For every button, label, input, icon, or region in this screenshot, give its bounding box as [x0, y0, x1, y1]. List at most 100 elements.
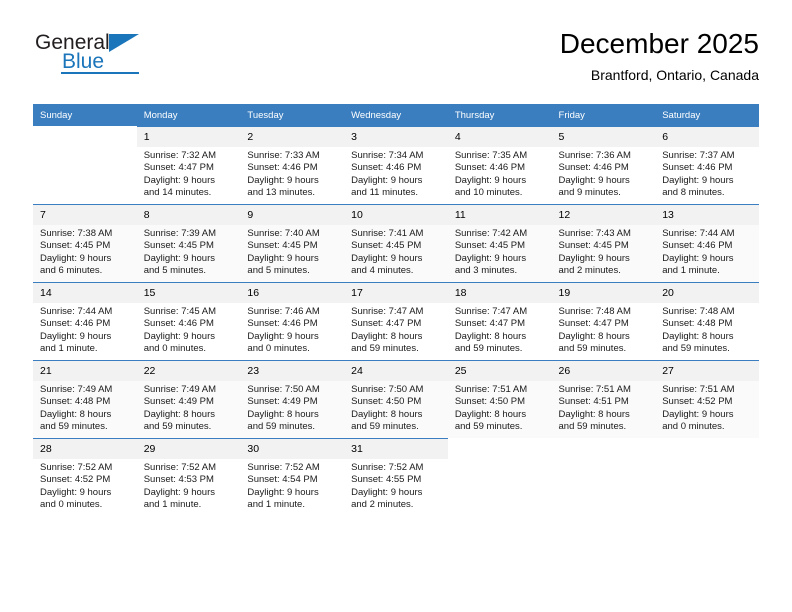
calendar-day-cell[interactable]: 25 Sunrise: 7:51 AM Sunset: 4:50 PM Dayligh…: [447, 360, 552, 438]
sunset-time: Sunset: 4:45 PM: [247, 240, 318, 252]
title-block: December 2025 Brantford, Ontario, Canada: [560, 27, 759, 85]
sunrise-time: Sunrise: 7:46 AM: [247, 306, 320, 317]
sunset-time: Sunset: 4:46 PM: [662, 240, 733, 252]
day-number: [33, 126, 137, 146]
daylight-duration-line1: Daylight: 9 hours: [143, 486, 215, 498]
day-details: Sunrise: 7:49 AM Sunset: 4:48 PM Daylight:…: [33, 381, 137, 434]
sunset-time: Sunset: 4:46 PM: [40, 318, 111, 330]
month-calendar: Sunday Monday Tuesday Wednesday Thursday…: [33, 104, 759, 516]
calendar-day-cell[interactable]: 18 Sunrise: 7:47 AM Sunset: 4:47 PM Dayligh…: [447, 282, 552, 360]
day-number: 1: [136, 127, 241, 147]
calendar-day-cell[interactable]: 2 Sunrise: 7:33 AM Sunset: 4:46 PM Daylight…: [240, 126, 345, 204]
calendar-day-cell[interactable]: 17 Sunrise: 7:47 AM Sunset: 4:47 PM Dayligh…: [344, 282, 448, 360]
day-cell-inner: 5 Sunrise: 7:36 AM Sunset: 4:46 PM Daylight…: [551, 126, 656, 204]
calendar-day-cell[interactable]: 22 Sunrise: 7:49 AM Sunset: 4:49 PM Dayligh…: [136, 360, 241, 438]
sunrise-time: Sunrise: 7:44 AM: [662, 228, 735, 239]
calendar-day-cell[interactable]: 3 Sunrise: 7:34 AM Sunset: 4:46 PM Daylight…: [344, 126, 448, 204]
sunset-time: Sunset: 4:52 PM: [662, 396, 733, 408]
calendar-day-cell[interactable]: 20 Sunrise: 7:48 AM Sunset: 4:48 PM Dayligh…: [655, 282, 759, 360]
day-cell-inner: 24 Sunrise: 7:50 AM Sunset: 4:50 PM Dayligh…: [344, 360, 448, 438]
day-number: 10: [344, 205, 448, 225]
day-cell-inner: 12 Sunrise: 7:43 AM Sunset: 4:45 PM Dayligh…: [551, 204, 656, 282]
day-details: Sunrise: 7:38 AM Sunset: 4:45 PM Daylight:…: [33, 225, 137, 278]
daylight-duration-line2: and 1 minute.: [40, 343, 98, 355]
day-number: 3: [344, 127, 448, 147]
calendar-day-cell[interactable]: 6 Sunrise: 7:37 AM Sunset: 4:46 PM Daylight…: [655, 126, 759, 204]
daylight-duration-line1: Daylight: 9 hours: [454, 252, 527, 264]
calendar-day-cell[interactable]: 27 Sunrise: 7:51 AM Sunset: 4:52 PM Dayligh…: [655, 360, 759, 438]
calendar-day-cell[interactable]: 23 Sunrise: 7:50 AM Sunset: 4:49 PM Dayligh…: [240, 360, 345, 438]
sunset-time: Sunset: 4:45 PM: [40, 240, 111, 252]
daylight-duration-line1: Daylight: 9 hours: [247, 252, 319, 264]
daylight-duration-line2: and 4 minutes.: [351, 265, 414, 277]
daylight-duration-line1: Daylight: 9 hours: [558, 174, 630, 186]
calendar-day-cell[interactable]: 9 Sunrise: 7:40 AM Sunset: 4:45 PM Daylight…: [240, 204, 345, 282]
day-details: Sunrise: 7:46 AM Sunset: 4:46 PM Daylight:…: [240, 303, 344, 356]
day-number: 8: [136, 205, 241, 225]
calendar-day-cell[interactable]: 30 Sunrise: 7:52 AM Sunset: 4:54 PM Dayligh…: [240, 438, 345, 516]
daylight-duration-line1: Daylight: 9 hours: [662, 252, 734, 264]
day-details: Sunrise: 7:32 AM Sunset: 4:47 PM Daylight:…: [137, 147, 241, 200]
calendar-day-cell[interactable]: 28 Sunrise: 7:52 AM Sunset: 4:52 PM Dayligh…: [33, 438, 137, 516]
day-cell-inner: 20 Sunrise: 7:48 AM Sunset: 4:48 PM Dayligh…: [655, 282, 759, 360]
calendar-day-cell[interactable]: 21 Sunrise: 7:49 AM Sunset: 4:48 PM Dayligh…: [33, 360, 137, 438]
daylight-duration-line2: and 0 minutes.: [662, 421, 725, 433]
calendar-day-cell[interactable]: 16 Sunrise: 7:46 AM Sunset: 4:46 PM Dayligh…: [240, 282, 345, 360]
day-details: Sunrise: 7:41 AM Sunset: 4:45 PM Daylight:…: [344, 225, 448, 278]
calendar-day-cell[interactable]: 24 Sunrise: 7:50 AM Sunset: 4:50 PM Dayligh…: [344, 360, 448, 438]
sunset-time: Sunset: 4:46 PM: [662, 162, 733, 174]
day-cell-inner: 22 Sunrise: 7:49 AM Sunset: 4:49 PM Dayligh…: [136, 360, 241, 438]
day-details: Sunrise: 7:47 AM Sunset: 4:47 PM Daylight:…: [448, 303, 552, 356]
daylight-duration-line1: Daylight: 8 hours: [247, 408, 319, 420]
calendar-day-cell[interactable]: 11 Sunrise: 7:42 AM Sunset: 4:45 PM Dayligh…: [447, 204, 552, 282]
general-blue-logo[interactable]: General Blue: [33, 31, 253, 87]
daylight-duration-line2: and 59 minutes.: [351, 421, 419, 433]
day-number: 29: [136, 439, 241, 459]
calendar-day-cell[interactable]: 7 Sunrise: 7:38 AM Sunset: 4:45 PM Daylight…: [33, 204, 137, 282]
daylight-duration-line1: Daylight: 8 hours: [558, 330, 630, 342]
daylight-duration-line2: and 2 minutes.: [558, 265, 621, 277]
sunrise-time: Sunrise: 7:51 AM: [454, 384, 528, 395]
calendar-day-cell[interactable]: 1 Sunrise: 7:32 AM Sunset: 4:47 PM Daylight…: [136, 126, 241, 204]
calendar-day-cell[interactable]: 26 Sunrise: 7:51 AM Sunset: 4:51 PM Dayligh…: [551, 360, 656, 438]
daylight-duration-line2: and 1 minute.: [247, 499, 305, 511]
calendar-day-cell[interactable]: 12 Sunrise: 7:43 AM Sunset: 4:45 PM Dayligh…: [551, 204, 656, 282]
calendar-day-cell[interactable]: 15 Sunrise: 7:45 AM Sunset: 4:46 PM Dayligh…: [136, 282, 241, 360]
daylight-duration-line2: and 59 minutes.: [454, 421, 523, 433]
daylight-duration-line2: and 59 minutes.: [558, 343, 627, 355]
sunset-time: Sunset: 4:55 PM: [351, 474, 422, 486]
day-number: 9: [240, 205, 345, 225]
day-details: Sunrise: 7:51 AM Sunset: 4:52 PM Daylight:…: [655, 381, 759, 434]
day-number: 27: [655, 361, 759, 381]
calendar-day-cell[interactable]: 31 Sunrise: 7:52 AM Sunset: 4:55 PM Dayligh…: [344, 438, 448, 516]
sunset-time: Sunset: 4:46 PM: [454, 162, 526, 174]
daylight-duration-line2: and 1 minute.: [143, 499, 202, 511]
day-cell-inner: 4 Sunrise: 7:35 AM Sunset: 4:46 PM Daylight…: [447, 126, 552, 204]
calendar-empty-cell: [655, 438, 759, 516]
day-number: 7: [33, 205, 137, 225]
day-cell-inner: 2 Sunrise: 7:33 AM Sunset: 4:46 PM Daylight…: [240, 126, 345, 204]
page-header: General Blue December 2025 Brantford, On…: [33, 27, 759, 99]
sunset-time: Sunset: 4:48 PM: [662, 318, 733, 330]
calendar-day-cell[interactable]: 8 Sunrise: 7:39 AM Sunset: 4:45 PM Daylight…: [136, 204, 241, 282]
daylight-duration-line2: and 0 minutes.: [247, 343, 310, 355]
calendar-day-cell[interactable]: 4 Sunrise: 7:35 AM Sunset: 4:46 PM Daylight…: [447, 126, 552, 204]
sunrise-time: Sunrise: 7:36 AM: [558, 150, 631, 161]
daylight-duration-line1: Daylight: 9 hours: [351, 252, 423, 264]
daylight-duration-line1: Daylight: 9 hours: [143, 252, 215, 264]
calendar-day-cell[interactable]: 10 Sunrise: 7:41 AM Sunset: 4:45 PM Dayligh…: [344, 204, 448, 282]
day-number: 12: [551, 205, 656, 225]
sunrise-time: Sunrise: 7:52 AM: [247, 462, 320, 473]
calendar-empty-cell: [552, 438, 656, 516]
calendar-week-row: 28 Sunrise: 7:52 AM Sunset: 4:52 PM Dayligh…: [33, 438, 759, 516]
calendar-day-cell[interactable]: 5 Sunrise: 7:36 AM Sunset: 4:46 PM Daylight…: [551, 126, 656, 204]
calendar-day-cell[interactable]: 29 Sunrise: 7:52 AM Sunset: 4:53 PM Dayligh…: [136, 438, 241, 516]
calendar-day-cell[interactable]: 19 Sunrise: 7:48 AM Sunset: 4:47 PM Dayligh…: [551, 282, 656, 360]
day-number: 24: [344, 361, 448, 381]
calendar-day-cell[interactable]: 14 Sunrise: 7:44 AM Sunset: 4:46 PM Dayligh…: [33, 282, 137, 360]
daylight-duration-line2: and 0 minutes.: [40, 499, 103, 511]
sunset-time: Sunset: 4:47 PM: [454, 318, 526, 330]
calendar-day-cell[interactable]: 13 Sunrise: 7:44 AM Sunset: 4:46 PM Dayligh…: [655, 204, 759, 282]
daylight-duration-line1: Daylight: 9 hours: [143, 330, 215, 342]
day-details: Sunrise: 7:47 AM Sunset: 4:47 PM Daylight:…: [344, 303, 448, 356]
